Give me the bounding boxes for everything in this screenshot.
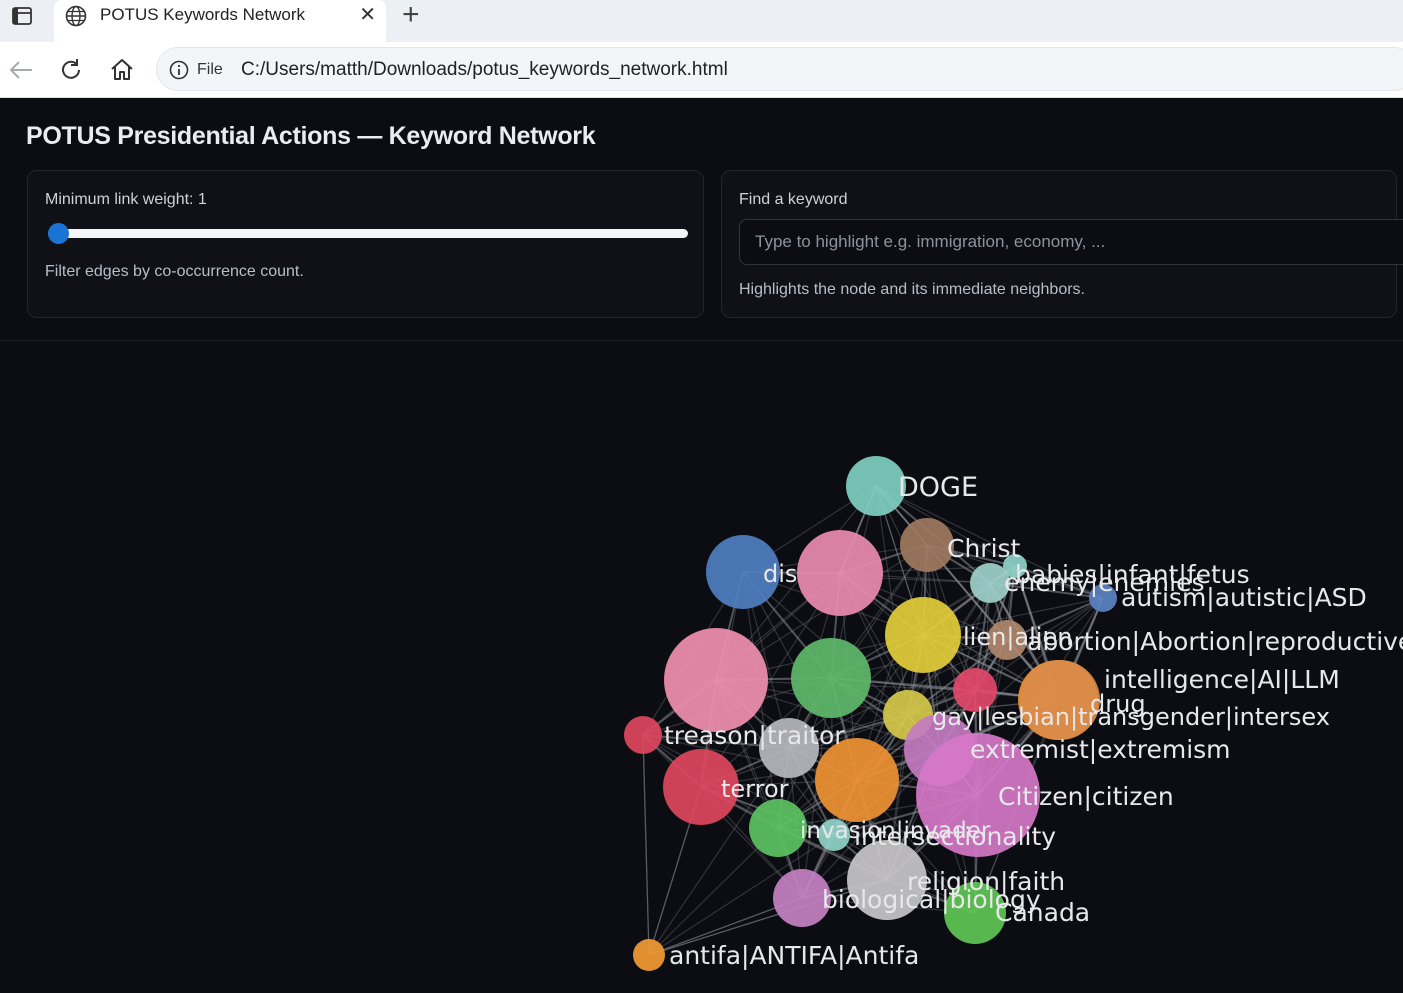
network-graph[interactable]: DOGE Christ babies|infant|fetus enemy|enemi…	[0, 341, 1403, 993]
keyword-search-input[interactable]	[739, 219, 1403, 265]
new-tab-button[interactable]: +	[402, 0, 420, 30]
weight-filter-card: Minimum link weight: 1 Filter edges by c…	[27, 170, 704, 318]
address-bar[interactable]: File C:/Users/matth/Downloads/potus_keyw…	[156, 47, 1403, 91]
find-label: Find a keyword	[739, 191, 848, 208]
weight-help-text: Filter edges by co-occurrence count.	[45, 263, 304, 280]
tab-actions-icon[interactable]	[8, 5, 36, 27]
browser-tab[interactable]: POTUS Keywords Network ✕	[54, 0, 386, 42]
node-label-antifa: antifa|ANTIFA|Antifa	[669, 941, 919, 970]
page-title: POTUS Presidential Actions — Keyword Net…	[26, 122, 596, 150]
url-text[interactable]: C:/Users/matth/Downloads/potus_keywords_…	[241, 59, 728, 81]
node-green1[interactable]	[791, 638, 871, 718]
reload-icon[interactable]	[57, 56, 85, 84]
find-keyword-card: Find a keyword Highlights the node and i…	[721, 170, 1403, 318]
node-christ[interactable]	[900, 518, 954, 572]
node-label-gay: gay|lesbian|transgender|intersex	[932, 703, 1330, 731]
network-svg[interactable]: DOGEChristbabies|infant|fetusenemy|enemi…	[0, 341, 1403, 993]
node-label-citizen: Citizen|citizen	[998, 782, 1174, 811]
node-orange1[interactable]	[815, 738, 899, 822]
browser-toolbar: File C:/Users/matth/Downloads/potus_keyw…	[0, 42, 1403, 98]
node-doge[interactable]	[846, 456, 906, 516]
page-content: POTUS Presidential Actions — Keyword Net…	[0, 98, 1403, 993]
node-invasion[interactable]	[749, 799, 807, 857]
edge	[642, 734, 650, 956]
globe-icon	[64, 4, 88, 27]
info-icon[interactable]	[169, 60, 189, 80]
tab-title: POTUS Keywords Network	[100, 5, 305, 24]
node-label-dis: dis	[763, 560, 797, 588]
node-alien[interactable]	[885, 597, 961, 673]
node-label-canada: Canada	[995, 898, 1090, 927]
node-treason[interactable]	[624, 716, 662, 754]
home-icon[interactable]	[108, 56, 136, 84]
node-label-terror: terror	[721, 775, 789, 803]
browser-tabstrip: POTUS Keywords Network ✕ +	[0, 0, 1403, 42]
node-antifa[interactable]	[633, 939, 665, 971]
node-label-intersect: intersectionality	[854, 822, 1056, 851]
find-help-text: Highlights the node and its immediate ne…	[739, 281, 1085, 298]
weight-slider-thumb[interactable]	[48, 223, 69, 244]
weight-label: Minimum link weight: 1	[45, 191, 207, 208]
node-label-abortion: abortion|Abortion|reproductive	[1027, 627, 1403, 656]
node-label-christ: Christ	[947, 534, 1021, 563]
node-label-doge: DOGE	[898, 472, 978, 503]
weight-slider-track[interactable]	[48, 229, 688, 238]
file-scheme-label: File	[197, 61, 223, 78]
close-tab-icon[interactable]: ✕	[359, 5, 376, 25]
node-pink1[interactable]	[797, 530, 883, 616]
back-icon[interactable]	[7, 56, 35, 84]
node-label-extremism: extremist|extremism	[970, 735, 1231, 764]
node-bigpink[interactable]	[664, 628, 768, 732]
node-label-treason: treason|traitor	[664, 721, 845, 750]
node-label-autism: autism|autistic|ASD	[1121, 583, 1367, 612]
